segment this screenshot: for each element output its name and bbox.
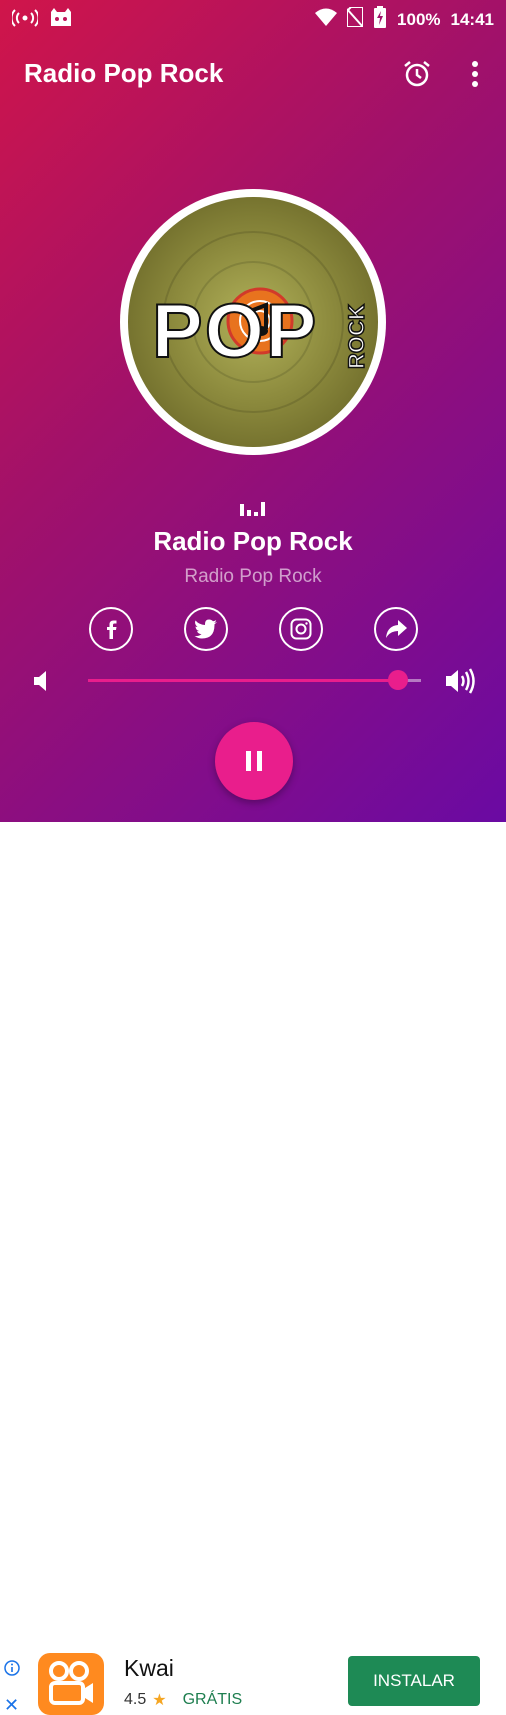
- volume-low-icon[interactable]: [32, 669, 56, 693]
- volume-high-icon[interactable]: [444, 667, 476, 695]
- broadcast-icon: [10, 9, 40, 32]
- ad-close-icon[interactable]: ✕: [4, 1696, 19, 1714]
- logo-word: POP: [152, 289, 319, 374]
- facebook-button[interactable]: [89, 607, 133, 651]
- pop-rock-logo: POP ROCK: [151, 231, 370, 413]
- instagram-icon: [290, 618, 312, 640]
- equalizer-icon: [239, 500, 267, 516]
- ad-rating-value: 4.5: [124, 1691, 147, 1708]
- ad-price: GRÁTIS: [182, 1691, 243, 1708]
- ad-app-title: Kwai: [124, 1655, 174, 1681]
- install-button[interactable]: INSTALAR: [348, 1656, 480, 1706]
- volume-thumb[interactable]: [387, 670, 408, 690]
- cat-app-icon: [48, 8, 74, 33]
- more-options-button[interactable]: [459, 58, 491, 90]
- volume-fill: [88, 679, 398, 682]
- alarm-button[interactable]: [401, 58, 433, 90]
- toolbar: Radio Pop Rock: [0, 36, 506, 112]
- share-button[interactable]: [374, 607, 418, 651]
- volume-slider[interactable]: [88, 670, 421, 690]
- ad-rating-row: 4.5 ★ GRÁTIS: [124, 1690, 242, 1710]
- ad-banner[interactable]: ✕ Kwai 4.5 ★ GRÁTIS INSTALAR: [0, 822, 506, 1715]
- no-sim-icon: [346, 6, 365, 32]
- status-bar: 100% 14:41: [0, 0, 506, 36]
- star-icon: ★: [152, 1692, 167, 1709]
- page-title: Radio Pop Rock: [24, 58, 224, 88]
- app-screen: 100% 14:41 Radio Pop Rock POP ROCK Radio…: [0, 0, 506, 822]
- pause-button[interactable]: [215, 722, 293, 800]
- logo-sub: ROCK: [344, 304, 369, 369]
- station-name: Radio Pop Rock: [153, 526, 353, 556]
- alarm-clock-icon: [404, 61, 430, 87]
- twitter-icon: [194, 619, 217, 639]
- station-cover: POP ROCK: [120, 189, 386, 455]
- twitter-button[interactable]: [184, 607, 228, 651]
- wifi-icon: [315, 8, 338, 31]
- battery-level: 100%: [397, 9, 441, 29]
- more-vertical-icon: [472, 61, 478, 87]
- pause-icon: [246, 751, 262, 771]
- vinyl-disc: POP ROCK: [128, 197, 378, 447]
- kwai-app-icon: [38, 1653, 104, 1715]
- share-arrow-icon: [386, 620, 407, 638]
- facebook-icon: [107, 620, 117, 639]
- battery-charging-icon: [373, 6, 387, 33]
- clock: 14:41: [450, 9, 494, 29]
- instagram-button[interactable]: [279, 607, 323, 651]
- ad-info-icon[interactable]: [4, 1660, 20, 1676]
- station-subtitle: Radio Pop Rock: [184, 566, 322, 587]
